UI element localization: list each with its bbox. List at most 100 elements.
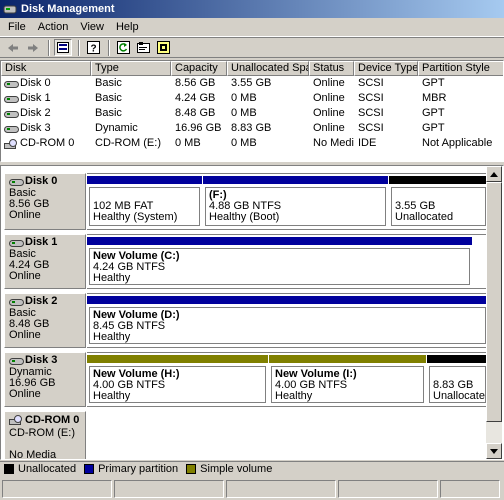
disk-row[interactable]: Disk 3 Dynamic 16.96 GB Online New Volum… xyxy=(4,352,488,407)
partition-area: New Volume (C:) 4.24 GB NTFS Healthy xyxy=(87,234,488,289)
toolbar: ? xyxy=(0,37,504,58)
menu-help[interactable]: Help xyxy=(110,21,145,33)
disk-list-icon[interactable] xyxy=(54,39,72,56)
rescan-icon[interactable] xyxy=(154,39,172,56)
disk-status: Online xyxy=(9,329,41,341)
partition-d[interactable]: New Volume (D:) 8.45 GB NTFS Healthy xyxy=(87,296,488,347)
toolbar-separator xyxy=(108,39,110,56)
row-device-type: SCSI xyxy=(358,107,384,119)
table-row[interactable]: Disk 1 Basic 4.24 GB 0 MB Online SCSI MB… xyxy=(1,91,503,106)
disk-info[interactable]: Disk 3 Dynamic 16.96 GB Online xyxy=(4,352,86,407)
disk-name: Disk 0 xyxy=(25,175,58,187)
scroll-up-icon[interactable] xyxy=(486,166,502,182)
row-type: CD-ROM (E:) xyxy=(95,137,161,149)
column-header-capacity[interactable]: Capacity xyxy=(171,61,227,76)
menu-bar: File Action View Help xyxy=(0,18,504,37)
column-header-unallocated[interactable]: Unallocated Space xyxy=(227,61,309,76)
column-header-type[interactable]: Type xyxy=(91,61,171,76)
status-pane xyxy=(440,480,500,498)
table-row[interactable]: Disk 3 Dynamic 16.96 GB 8.83 GB Online S… xyxy=(1,121,503,136)
status-bar xyxy=(0,478,504,500)
hard-disk-icon xyxy=(4,79,19,89)
title-bar: Disk Management xyxy=(0,0,504,18)
menu-action[interactable]: Action xyxy=(32,21,75,33)
partition-unallocated[interactable]: 8.83 GB Unallocated xyxy=(427,355,488,406)
partition-i[interactable]: New Volume (I:) 4.00 GB NTFS Healthy xyxy=(269,355,426,406)
partition-bar xyxy=(389,176,488,184)
row-type: Basic xyxy=(95,77,122,89)
volume-status: Healthy xyxy=(275,390,313,402)
partition-bar xyxy=(269,355,426,363)
row-unallocated: 3.55 GB xyxy=(231,77,272,89)
menu-view[interactable]: View xyxy=(74,21,110,33)
row-disk: Disk 0 xyxy=(20,77,51,89)
column-header-device-type[interactable]: Device Type xyxy=(354,61,418,76)
disk-name: Disk 2 xyxy=(25,295,58,307)
scroll-thumb[interactable] xyxy=(486,182,502,422)
disk-info[interactable]: Disk 0 Basic 8.56 GB Online xyxy=(4,173,86,230)
disk-type: CD-ROM (E:) xyxy=(9,427,75,439)
back-arrow-icon[interactable] xyxy=(4,39,22,56)
partition-bar xyxy=(87,237,472,245)
row-type: Basic xyxy=(95,92,122,104)
volume-status: Healthy (System) xyxy=(93,211,178,223)
table-row[interactable]: CD-ROM 0 CD-ROM (E:) 0 MB 0 MB No Media … xyxy=(1,136,503,151)
disk-name: Disk 3 xyxy=(25,354,58,366)
disk-list[interactable]: Disk Type Capacity Unallocated Space Sta… xyxy=(0,60,504,162)
help-icon[interactable]: ? xyxy=(84,39,102,56)
refresh-icon[interactable] xyxy=(114,39,132,56)
legend-swatch-simple xyxy=(186,463,197,474)
volume-status: Healthy (Boot) xyxy=(209,211,280,223)
partition-c[interactable]: New Volume (C:) 4.24 GB NTFS Healthy xyxy=(87,237,472,288)
scroll-down-icon[interactable] xyxy=(486,443,502,459)
disk-row[interactable]: Disk 1 Basic 4.24 GB Online New Volume (… xyxy=(4,234,488,289)
forward-arrow-icon[interactable] xyxy=(24,39,42,56)
row-type: Basic xyxy=(95,107,122,119)
partition-f[interactable]: (F:) 4.88 GB NTFS Healthy (Boot) xyxy=(203,176,388,229)
row-partition-style: Not Applicable xyxy=(422,137,493,149)
status-pane xyxy=(2,480,112,498)
status-pane xyxy=(226,480,336,498)
partition-area: 102 MB FAT Healthy (System) (F:) 4.88 GB… xyxy=(87,173,488,230)
column-header-status[interactable]: Status xyxy=(309,61,354,76)
disk-status: No Media xyxy=(9,449,57,460)
row-capacity: 8.48 GB xyxy=(175,107,216,119)
row-partition-style: GPT xyxy=(422,122,445,134)
vertical-scrollbar[interactable] xyxy=(486,166,502,459)
row-unallocated: 0 MB xyxy=(231,107,257,119)
disk-row[interactable]: Disk 2 Basic 8.48 GB Online New Volume (… xyxy=(4,293,488,348)
column-header-disk[interactable]: Disk xyxy=(1,61,91,76)
disk-info[interactable]: Disk 1 Basic 4.24 GB Online xyxy=(4,234,86,289)
row-status: No Media xyxy=(313,137,354,149)
hard-disk-icon xyxy=(4,109,19,119)
volume-status: Healthy xyxy=(93,390,131,402)
graphical-view[interactable]: Disk 0 Basic 8.56 GB Online 102 MB FAT H… xyxy=(0,165,504,460)
legend-label: Unallocated xyxy=(18,462,77,475)
table-row[interactable]: Disk 2 Basic 8.48 GB 0 MB Online SCSI GP… xyxy=(1,106,503,121)
cd-rom-icon xyxy=(9,415,24,425)
partition-unallocated[interactable]: 3.55 GB Unallocated xyxy=(389,176,488,229)
row-capacity: 8.56 GB xyxy=(175,77,216,89)
list-header: Disk Type Capacity Unallocated Space Sta… xyxy=(1,61,503,76)
row-disk: CD-ROM 0 xyxy=(20,137,75,149)
column-header-partition-style[interactable]: Partition Style xyxy=(418,61,503,76)
legend-label: Simple volume xyxy=(200,462,273,475)
properties-icon[interactable] xyxy=(134,39,152,56)
partition-bar xyxy=(87,296,488,304)
partition-bar xyxy=(87,176,202,184)
menu-file[interactable]: File xyxy=(2,21,32,33)
disk-info[interactable]: CD-ROM 0 CD-ROM (E:) No Media xyxy=(4,411,86,460)
disk-status: Online xyxy=(9,209,41,221)
status-pane xyxy=(338,480,438,498)
table-row[interactable]: Disk 0 Basic 8.56 GB 3.55 GB Online SCSI… xyxy=(1,76,503,91)
disk-info[interactable]: Disk 2 Basic 8.48 GB Online xyxy=(4,293,86,348)
volume-size: 8.45 GB NTFS xyxy=(93,320,166,332)
disk-row[interactable]: CD-ROM 0 CD-ROM (E:) No Media xyxy=(4,411,488,460)
hard-disk-icon xyxy=(4,124,19,134)
row-device-type: SCSI xyxy=(358,77,384,89)
disk-row[interactable]: Disk 0 Basic 8.56 GB Online 102 MB FAT H… xyxy=(4,173,488,230)
partition-h[interactable]: New Volume (H:) 4.00 GB NTFS Healthy xyxy=(87,355,268,406)
row-type: Dynamic xyxy=(95,122,138,134)
disk-status: Online xyxy=(9,270,41,282)
partition-system[interactable]: 102 MB FAT Healthy (System) xyxy=(87,176,202,229)
